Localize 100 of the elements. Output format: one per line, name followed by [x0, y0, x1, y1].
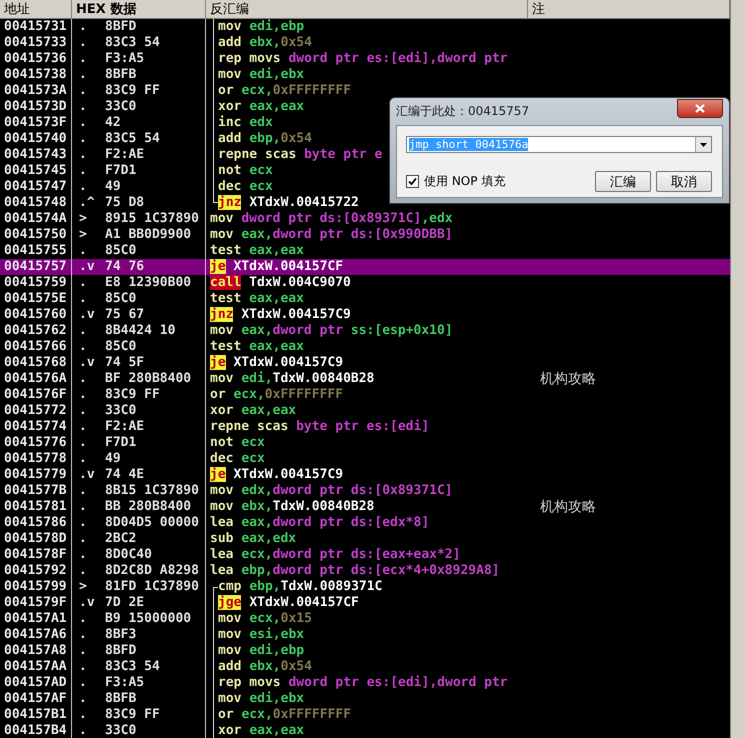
disassembly-cell-text: test eax,eax [209, 291, 305, 307]
disassembly-cell-text: mov eax,dword ptr ds:[0x990DBB] [209, 227, 454, 243]
hex-cell-text: 83C5 54 [104, 131, 160, 147]
hex-cell-text: 7D 2E [104, 595, 144, 611]
dropdown-arrow-icon [700, 142, 707, 146]
hex-cell-text: 74 76 [104, 259, 144, 275]
hex-cell-text: 75 D8 [104, 195, 144, 211]
hex-cell-text: 8BF3 [104, 627, 136, 643]
disassembly-cell-text: sub eax,edx [209, 531, 298, 547]
hex-cell-text: F3:A5 [104, 51, 144, 67]
jump-marker: . [78, 83, 88, 99]
code-row[interactable]: 00415757 .v 74 76 je XTdxW.004157CF [0, 259, 730, 275]
hex-cell-text: 8B15 1C37890 [104, 483, 199, 499]
jump-marker: . [78, 643, 88, 659]
hex-cell-text: 83C9 FF [104, 83, 160, 99]
jump-marker: . [78, 563, 88, 579]
dialog-button[interactable]: 汇编 [595, 171, 651, 192]
disassembly-cell-text: mov ebx,TdxW.00840B28 [209, 499, 376, 515]
jump-marker: . [78, 147, 88, 163]
hex-cell-text: B9 15000000 [104, 611, 192, 627]
hex-cell-text: 85C0 [104, 243, 136, 259]
hex-cell-text: 83C3 54 [104, 35, 160, 51]
hex-cell-text: BF 280B8400 [104, 371, 192, 387]
jump-marker: . [78, 19, 88, 35]
hex-cell-text: 33C0 [104, 723, 136, 738]
disassembly-cell-text: mov edi,TdxW.00840B28 [209, 371, 376, 387]
hex-cell-text: F2:AE [104, 147, 144, 163]
jump-marker: . [78, 419, 88, 435]
jump-marker: . [78, 51, 88, 67]
disassembly-cell-text: je XTdxW.004157CF [209, 259, 344, 275]
dialog-button[interactable]: 取消 [656, 171, 712, 192]
jump-marker: .v [78, 307, 96, 323]
disassembly-cell-text: not ecx [209, 435, 266, 451]
disassembly-cell-text: mov dword ptr ds:[0x89371C],edx [209, 211, 454, 227]
jump-marker: > [78, 227, 88, 243]
jump-marker: . [78, 339, 88, 355]
close-button[interactable] [677, 98, 723, 118]
hex-cell-text: 8915 1C37890 [104, 211, 199, 227]
jump-marker: . [78, 531, 88, 547]
hex-cell-text: 8D2C8D A8298 [104, 563, 199, 579]
checkmark-icon [408, 177, 417, 186]
hex-cell-text: E8 12390B00 [104, 275, 192, 291]
disassembly-cell-text: je XTdxW.004157C9 [209, 355, 344, 371]
disassembly-cell-text: xor eax,eax [209, 403, 298, 419]
disassembly-cell-text: lea ecx,dword ptr ds:[eax+eax*2] [209, 547, 462, 563]
jump-marker: > [78, 579, 88, 595]
hex-cell-text: 75 67 [104, 307, 144, 323]
jump-marker: . [78, 403, 88, 419]
disassembly-cell-text: dec ecx [209, 451, 266, 467]
jump-marker: . [78, 499, 88, 515]
jump-marker: . [78, 723, 88, 738]
disassembly-cell-text: lea ebp,dword ptr ds:[ecx*4+0x8929A8] [209, 563, 501, 579]
hex-cell-text: 74 4E [104, 467, 144, 483]
jump-marker: . [78, 243, 88, 259]
disassembly-cell-text: repne scas byte ptr es:[edi] [209, 419, 430, 435]
disassembly-cell: xor eax,eax [206, 723, 528, 738]
jump-marker: . [78, 547, 88, 563]
jump-marker: . [78, 99, 88, 115]
jump-marker: . [78, 691, 88, 707]
hex-cell-text: 83C9 FF [104, 707, 160, 723]
hex-cell-text: 8BFB [104, 691, 136, 707]
scrollbar[interactable] [730, 0, 745, 738]
jump-marker: . [78, 35, 88, 51]
hex-cell-text: 42 [104, 115, 121, 131]
jump-marker: . [78, 659, 88, 675]
hex-cell-text: 8BFD [104, 19, 136, 35]
jump-marker: . [78, 627, 88, 643]
disassembly-cell-text: mov eax,dword ptr ss:[esp+0x10] [209, 323, 454, 339]
jump-marker: > [78, 211, 88, 227]
jump-marker: .v [78, 355, 96, 371]
hex-cell-text: 33C0 [104, 99, 136, 115]
comment-cell: 机构攻略 [540, 371, 596, 387]
comment-cell: 机构攻略 [540, 499, 596, 515]
hex-cell-text: 8BFB [104, 67, 136, 83]
jump-marker: . [78, 707, 88, 723]
jump-marker: . [78, 67, 88, 83]
hex-cell-text: BB 280B8400 [104, 499, 192, 515]
jump-marker: . [78, 675, 88, 691]
disassembly-cell-text: lea eax,dword ptr ds:[edx*8] [209, 515, 430, 531]
hex-cell-text: 85C0 [104, 339, 136, 355]
disassembly-cell-text: je XTdxW.004157C9 [209, 467, 344, 483]
jump-marker: .v [78, 467, 96, 483]
hex-cell-text: F2:AE [104, 419, 144, 435]
hex-cell-text: 8B4424 10 [104, 323, 176, 339]
hex-cell-text: F7D1 [104, 435, 136, 451]
hex-cell-text: 33C0 [104, 403, 136, 419]
hex-cell-text: 83C3 54 [104, 659, 160, 675]
jump-marker: . [78, 483, 88, 499]
disassembly-cell-text: jnz XTdxW.004157C9 [209, 307, 352, 323]
jump-marker: . [78, 131, 88, 147]
hex-cell-text: 74 5F [104, 355, 144, 371]
hex-cell-text: F3:A5 [104, 675, 144, 691]
disassembly-cell-text: test eax,eax [209, 339, 305, 355]
jump-marker: . [78, 371, 88, 387]
close-icon [695, 104, 705, 112]
disassembly-cell-text: mov edx,dword ptr ds:[0x89371C] [209, 483, 454, 499]
hex-cell-text: 85C0 [104, 291, 136, 307]
jump-marker: . [78, 323, 88, 339]
hex-cell-text: 49 [104, 179, 121, 195]
disassembly-cell-text: call TdxW.004C9070 [209, 275, 352, 291]
